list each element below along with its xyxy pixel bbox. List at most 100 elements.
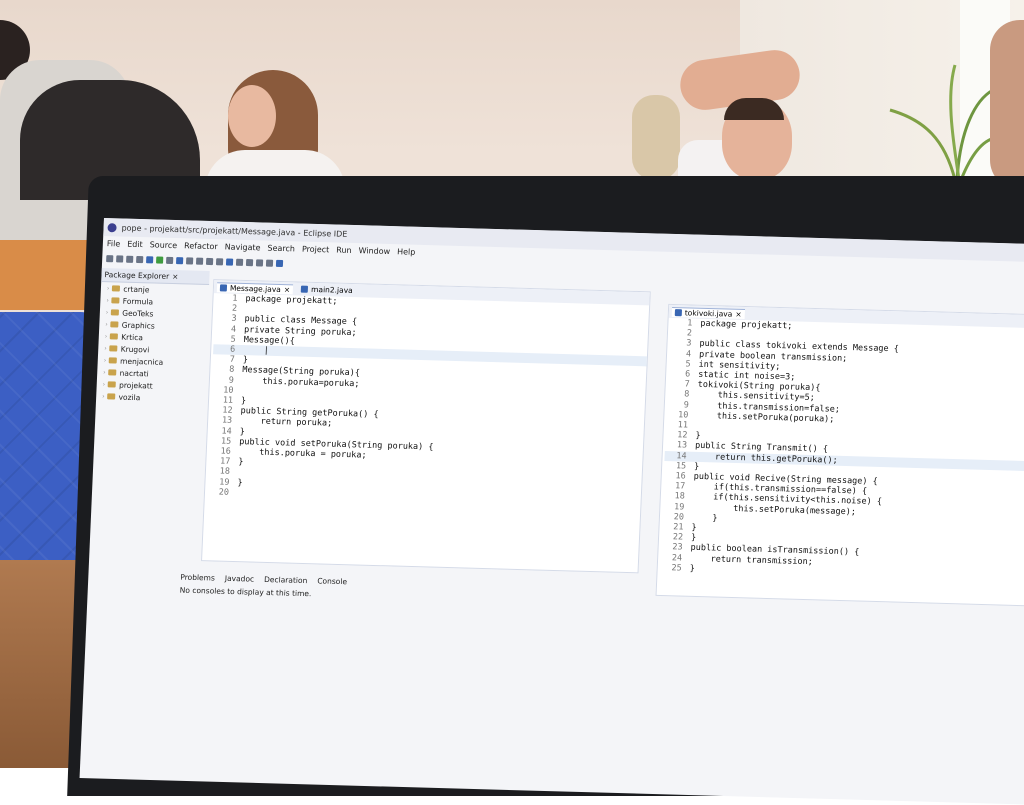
prev-annotation-icon[interactable] — [246, 259, 253, 266]
chevron-right-icon[interactable]: › — [102, 393, 105, 400]
project-item[interactable]: › vozila — [96, 390, 204, 405]
forward-icon[interactable] — [266, 259, 273, 266]
menu-navigate[interactable]: Navigate — [225, 242, 261, 252]
menu-edit[interactable]: Edit — [127, 239, 143, 248]
chevron-right-icon[interactable]: › — [107, 285, 110, 292]
code-text: | — [243, 345, 269, 356]
chevron-right-icon[interactable]: › — [105, 321, 108, 328]
tab-label: tokivoki.java — [685, 308, 733, 318]
tab-main2-java[interactable]: main2.java — [301, 285, 353, 295]
toggle-mark-icon[interactable] — [226, 258, 233, 265]
code-text: } — [239, 427, 245, 437]
project-label: Graphics — [122, 320, 155, 330]
close-icon[interactable]: × — [735, 309, 742, 318]
tab-tokivoki-java[interactable]: tokivoki.java× — [672, 306, 745, 318]
package-explorer-title[interactable]: Package Explorer — [104, 270, 169, 281]
editor-message-java[interactable]: Message.java× main2.java 1package projek… — [201, 279, 651, 573]
close-icon[interactable]: × — [284, 285, 291, 294]
code-text: } — [694, 462, 700, 472]
tab-problems[interactable]: Problems — [180, 573, 215, 583]
back-icon[interactable] — [256, 259, 263, 266]
project-folder-icon — [111, 309, 119, 315]
menu-file[interactable]: File — [107, 239, 121, 248]
save-all-icon[interactable] — [126, 255, 133, 262]
plant — [885, 60, 995, 180]
package-explorer: Package Explorer × › crtanje › Formula › Ge… — [89, 268, 210, 571]
debug-icon[interactable] — [146, 256, 153, 263]
project-label: crtanje — [123, 284, 150, 294]
chevron-right-icon[interactable]: › — [105, 333, 108, 340]
chevron-right-icon[interactable]: › — [103, 381, 106, 388]
new-java-project-icon[interactable] — [176, 257, 183, 264]
tab-declaration[interactable]: Declaration — [264, 575, 308, 585]
eclipse-icon — [107, 223, 116, 232]
menu-project[interactable]: Project — [302, 244, 330, 254]
next-annotation-icon[interactable] — [236, 258, 243, 265]
project-folder-icon — [112, 285, 120, 291]
line-number: 20 — [207, 487, 237, 498]
new-icon[interactable] — [106, 255, 113, 262]
chevron-right-icon[interactable]: › — [106, 297, 109, 304]
person-right — [990, 20, 1024, 190]
project-folder-icon — [109, 357, 117, 363]
menu-run[interactable]: Run — [336, 245, 352, 254]
code-text: } — [243, 355, 249, 365]
chevron-right-icon[interactable]: › — [103, 369, 106, 376]
girl-face — [228, 85, 276, 147]
perspective-icon[interactable] — [276, 259, 283, 266]
project-folder-icon — [109, 369, 117, 375]
chevron-right-icon[interactable]: › — [106, 309, 109, 316]
project-label: projekatt — [119, 380, 153, 390]
line-number: 25 — [659, 563, 689, 574]
tab-console[interactable]: Console — [317, 576, 347, 586]
code-text: } — [237, 478, 243, 488]
code-text: } — [238, 457, 244, 467]
java-file-icon — [220, 284, 227, 291]
project-label: Krtica — [121, 332, 143, 342]
code-area[interactable]: 1package projekatt; 2 3public class toki… — [658, 318, 1024, 584]
code-text: } — [241, 396, 247, 406]
project-folder-icon — [107, 393, 115, 399]
project-label: Krugovi — [121, 344, 150, 354]
tab-label: Message.java — [230, 283, 281, 293]
code-text: } — [691, 523, 697, 533]
project-label: vozila — [118, 392, 140, 402]
project-folder-icon — [108, 381, 116, 387]
chevron-right-icon[interactable]: › — [104, 357, 107, 364]
open-type-icon[interactable] — [206, 257, 213, 264]
tab-javadoc[interactable]: Javadoc — [225, 574, 255, 584]
laptop-screen: pope - projekatt/src/projekatt/Message.j… — [80, 218, 1024, 805]
project-label: menjacnica — [120, 356, 163, 366]
window-title: pope - projekatt/src/projekatt/Message.j… — [121, 223, 347, 238]
java-file-icon — [301, 286, 308, 293]
chevron-right-icon[interactable]: › — [104, 345, 107, 352]
new-package-icon[interactable] — [186, 257, 193, 264]
editor-tokivoki-java[interactable]: tokivoki.java× 1package projekatt; 2 3pu… — [656, 304, 1024, 607]
save-icon[interactable] — [116, 255, 123, 262]
project-folder-icon — [111, 321, 119, 327]
project-label: GeoTeks — [122, 308, 154, 318]
close-icon[interactable]: × — [172, 272, 179, 281]
code-text: } — [689, 564, 695, 574]
menu-search[interactable]: Search — [267, 243, 295, 253]
project-label: nacrtati — [119, 368, 148, 378]
tab-message-java[interactable]: Message.java× — [217, 282, 294, 294]
tab-label: main2.java — [311, 285, 353, 295]
new-class-icon[interactable] — [196, 257, 203, 264]
menu-refactor[interactable]: Refactor — [184, 241, 218, 251]
run-icon[interactable] — [156, 256, 163, 263]
statue-bust — [632, 95, 680, 180]
code-text: } — [692, 513, 718, 524]
code-area[interactable]: 1package projekatt; 2 3public class Mess… — [205, 293, 649, 509]
java-file-icon — [675, 309, 682, 316]
project-folder-icon — [110, 333, 118, 339]
code-text: } — [695, 431, 701, 441]
menu-window[interactable]: Window — [358, 246, 390, 256]
external-tools-icon[interactable] — [166, 256, 173, 263]
project-label: Formula — [123, 296, 154, 306]
menu-help[interactable]: Help — [397, 247, 416, 257]
project-folder-icon — [112, 297, 120, 303]
menu-source[interactable]: Source — [150, 240, 178, 250]
search-icon[interactable] — [216, 258, 223, 265]
print-icon[interactable] — [136, 255, 143, 262]
